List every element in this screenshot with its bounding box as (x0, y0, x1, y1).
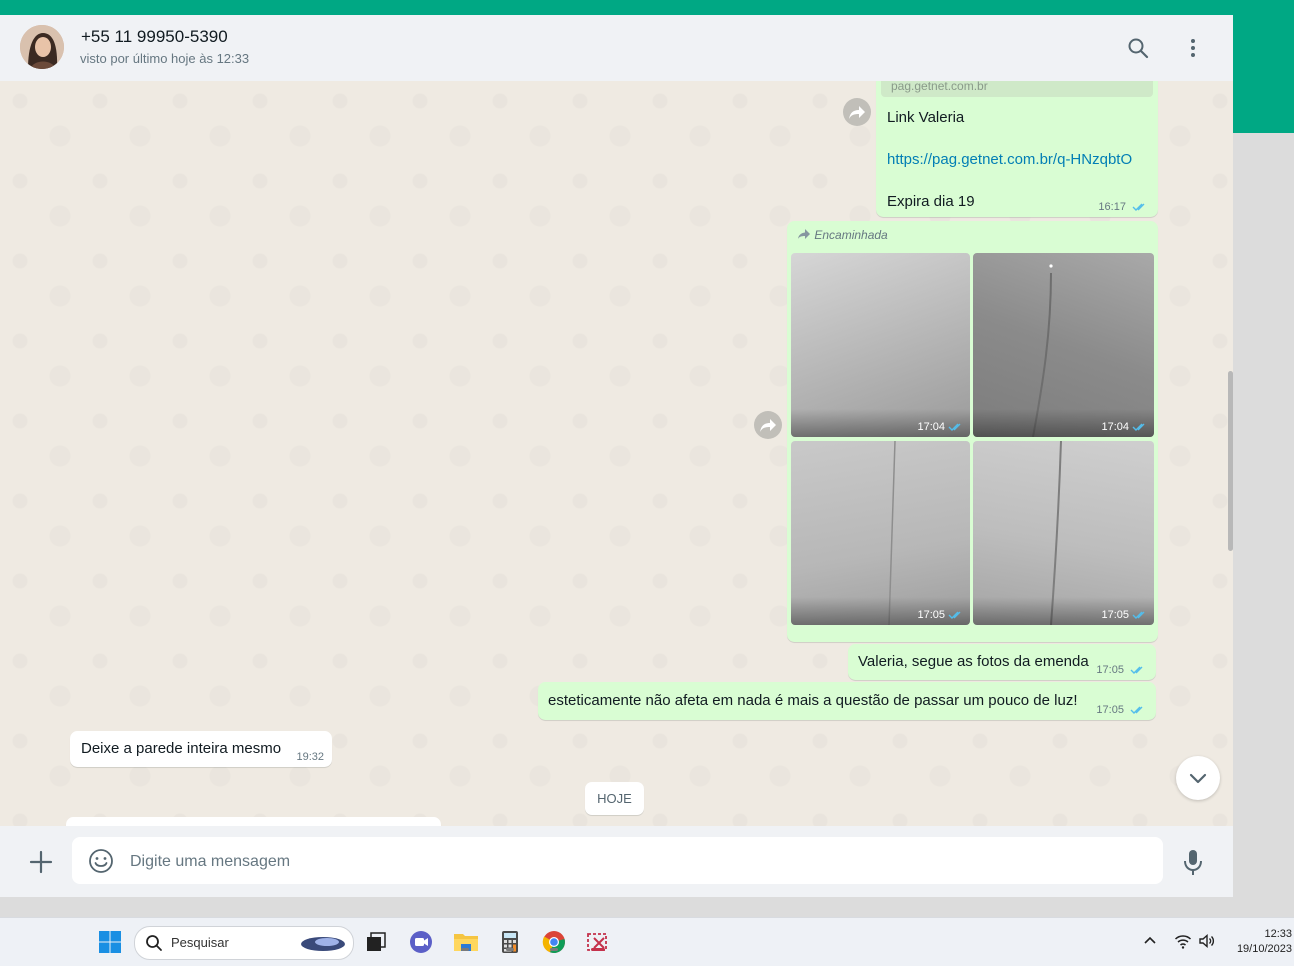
taskbar: Pesquisar 12:33 19/10/2023 (0, 917, 1294, 966)
search-icon (146, 935, 162, 951)
avatar[interactable] (20, 25, 64, 69)
message-meta: 16:17 (1098, 201, 1148, 213)
message-text: esteticamente não afeta em nada é mais a… (548, 692, 1078, 709)
forward-icon[interactable] (843, 98, 871, 126)
plus-icon[interactable] (28, 849, 54, 875)
album-photo[interactable]: 17:04 (791, 253, 970, 437)
composer-bar (0, 826, 1233, 897)
search-icon[interactable] (1126, 36, 1150, 60)
teams-icon[interactable] (409, 930, 433, 954)
message-bubble-incoming[interactable]: Deixe a parede inteira mesmo 19:32 (70, 731, 332, 767)
file-explorer-icon[interactable] (453, 930, 478, 954)
message-meta: 17:05 (1096, 664, 1146, 676)
photo-meta: 17:05 (1101, 609, 1148, 621)
volume-icon[interactable] (1198, 932, 1216, 950)
photo-time: 17:04 (1101, 421, 1129, 433)
message-input-box[interactable] (72, 837, 1163, 886)
microphone-icon[interactable] (1181, 848, 1205, 876)
message-time: 17:05 (1096, 664, 1124, 676)
message-text: Expira dia 19 (887, 193, 975, 210)
chrome-icon[interactable] (542, 930, 566, 954)
snipping-tool-icon[interactable] (586, 930, 610, 954)
chevron-down-icon (1189, 773, 1207, 784)
message-bubble[interactable]: esteticamente não afeta em nada é mais a… (538, 682, 1156, 720)
scroll-down-button[interactable] (1176, 756, 1220, 800)
read-ticks-icon (1130, 706, 1143, 715)
read-ticks-icon (1132, 423, 1145, 432)
emoji-icon[interactable] (88, 848, 114, 874)
album-photo[interactable]: 17:05 (791, 441, 970, 625)
forwarded-label: Encaminhada (797, 228, 888, 242)
message-text: Deixe a parede inteira mesmo (81, 740, 282, 757)
message-time: 17:05 (1096, 704, 1124, 716)
photo-meta: 17:04 (917, 421, 964, 433)
calculator-icon[interactable] (498, 930, 522, 954)
album-photo[interactable]: 17:05 (973, 441, 1154, 625)
chevron-up-icon[interactable] (1142, 932, 1158, 948)
message-bubble-incoming[interactable] (66, 817, 441, 826)
task-view-icon[interactable] (364, 930, 388, 954)
photo-meta: 17:05 (917, 609, 964, 621)
message-bubble-link[interactable]: pag.getnet.com.br Link Valeria https://p… (876, 81, 1158, 217)
top-accent-bar (0, 0, 1294, 15)
message-text: Link Valeria (887, 109, 965, 126)
photo-meta: 17:04 (1101, 421, 1148, 433)
day-divider: HOJE (585, 782, 644, 815)
clock[interactable]: 12:33 19/10/2023 (1237, 927, 1292, 957)
forwarded-text: Encaminhada (814, 228, 888, 242)
message-time: 19:32 (296, 751, 324, 763)
photo-time: 17:05 (917, 609, 945, 621)
chat-header: +55 11 99950-5390 visto por último hoje … (0, 15, 1233, 82)
album-photo[interactable]: 17:04 (973, 253, 1154, 437)
message-text: Valeria, segue as fotos da emenda (858, 653, 1089, 670)
link-preview-domain: pag.getnet.com.br (891, 81, 988, 93)
taskbar-search-label: Pesquisar (171, 935, 229, 950)
read-ticks-icon (1132, 203, 1145, 212)
read-ticks-icon (1132, 611, 1145, 620)
read-ticks-icon (948, 611, 961, 620)
photo-time: 17:04 (917, 421, 945, 433)
taskbar-search[interactable]: Pesquisar (134, 926, 354, 960)
forward-icon[interactable] (754, 411, 782, 439)
windows-start-icon[interactable] (98, 930, 122, 954)
message-input[interactable] (128, 837, 1152, 886)
menu-icon[interactable] (1181, 36, 1205, 60)
message-time: 16:17 (1098, 201, 1126, 213)
clock-date: 19/10/2023 (1236, 943, 1292, 955)
wifi-icon[interactable] (1174, 932, 1192, 950)
scrollbar[interactable] (1228, 371, 1233, 551)
link-preview[interactable]: pag.getnet.com.br (881, 81, 1153, 97)
whatsapp-window: +55 11 99950-5390 visto por último hoje … (0, 15, 1233, 897)
message-bubble[interactable]: Valeria, segue as fotos da emenda 17:05 (848, 644, 1156, 680)
message-bubble-album[interactable]: Encaminhada 17:04 17:04 17:05 17:05 (787, 221, 1158, 642)
clock-time: 12:33 (1264, 928, 1292, 940)
read-ticks-icon (948, 423, 961, 432)
contact-status: visto por último hoje às 12:33 (80, 51, 250, 66)
forwarded-icon (798, 229, 810, 239)
read-ticks-icon (1130, 666, 1143, 675)
contact-name[interactable]: +55 11 99950-5390 (81, 27, 228, 47)
search-highlight-icon (301, 937, 345, 951)
chat-area[interactable]: pag.getnet.com.br Link Valeria https://p… (0, 81, 1233, 826)
side-background (1233, 133, 1294, 917)
side-accent-bar (1233, 15, 1294, 133)
message-link[interactable]: https://pag.getnet.com.br/q-HNzqbtO (887, 151, 1132, 168)
message-meta: 17:05 (1096, 704, 1146, 716)
photo-time: 17:05 (1101, 609, 1129, 621)
